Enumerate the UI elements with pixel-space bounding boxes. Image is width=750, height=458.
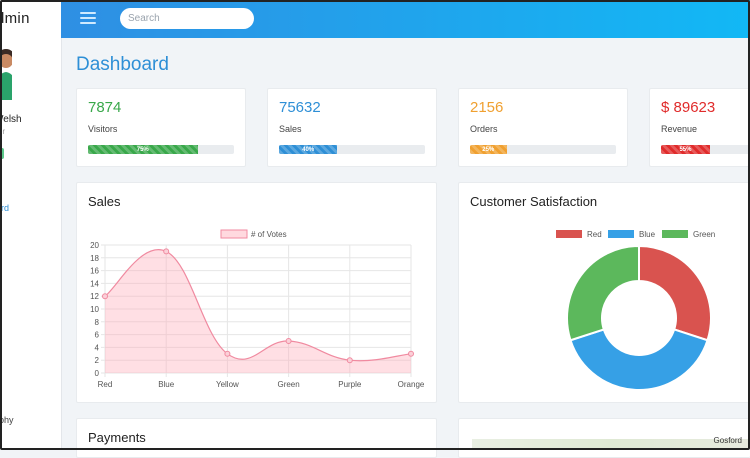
data-point: [346, 357, 353, 364]
legend-label: Blue: [639, 230, 656, 239]
stat-value: 75632: [279, 99, 321, 116]
x-tick-label: Green: [277, 380, 299, 389]
user-name: Welsh: [0, 114, 22, 125]
y-tick-label: 8: [95, 318, 100, 327]
legend-label: Green: [693, 230, 715, 239]
stat-card-sales: 75632 Sales 40%: [267, 88, 437, 167]
avatar: [0, 49, 12, 100]
progress-bar: 40%: [279, 145, 425, 154]
progress-fill: 25%: [470, 145, 507, 154]
legend-swatch: [608, 230, 634, 238]
sidebar: dmin Welsh er ard ophy: [0, 0, 62, 450]
sales-chart: 0 2 4 6 8 10 12 14 16 18 20 Red Blue Yellow Green Purpl…: [90, 229, 425, 389]
progress-bar: 55%: [661, 145, 750, 154]
stat-label: Orders: [470, 124, 498, 134]
y-tick-label: 16: [90, 267, 99, 276]
legend-label: # of Votes: [251, 230, 287, 239]
y-tick-label: 20: [90, 241, 99, 250]
legend-swatch: [662, 230, 688, 238]
data-point: [224, 350, 231, 357]
stat-card-orders: 2156 Orders 25%: [458, 88, 628, 167]
x-tick-label: Orange: [398, 380, 425, 389]
y-tick-label: 2: [95, 356, 100, 365]
sidebar-item-bottom[interactable]: ophy: [0, 415, 14, 425]
stat-card-visitors: 7874 Visitors 75%: [76, 88, 246, 167]
x-tick-label: Blue: [158, 380, 175, 389]
brand-name: dmin: [0, 10, 30, 27]
stat-label: Revenue: [661, 124, 698, 134]
stat-value: 7874: [88, 99, 122, 116]
y-tick-label: 12: [90, 292, 99, 301]
search-input[interactable]: [120, 8, 254, 29]
user-role: er: [0, 127, 6, 136]
progress-fill: 40%: [279, 145, 338, 154]
status-badge: [0, 148, 4, 159]
map-card: Gosford: [458, 418, 750, 458]
y-tick-label: 6: [95, 331, 100, 340]
card-title: Payments: [88, 430, 146, 445]
y-tick-label: 18: [90, 254, 99, 263]
y-tick-label: 0: [95, 369, 100, 378]
stat-value: 2156: [470, 99, 504, 116]
x-tick-label: Purple: [338, 380, 362, 389]
progress-bar: 25%: [470, 145, 616, 154]
progress-fill: 55%: [661, 145, 710, 154]
stat-label: Sales: [279, 124, 302, 134]
y-tick-label: 14: [90, 279, 99, 288]
menu-toggle-icon[interactable]: [80, 12, 96, 25]
data-point: [102, 293, 108, 300]
stat-card-revenue: $ 89623 Revenue 55%: [649, 88, 750, 167]
top-bar: [61, 0, 750, 38]
sidebar-item-dashboard[interactable]: ard: [0, 203, 9, 213]
donut-slice: [638, 244, 712, 342]
y-tick-label: 10: [90, 305, 99, 314]
data-point: [285, 338, 292, 344]
page-title: Dashboard: [76, 54, 169, 75]
x-tick-label: Red: [98, 380, 113, 389]
donut-slice: [566, 244, 640, 342]
y-tick-label: 4: [95, 343, 100, 352]
legend-swatch: [220, 229, 248, 239]
stat-label: Visitors: [88, 124, 118, 134]
donut-slice: [569, 328, 709, 391]
stat-value: $ 89623: [661, 99, 716, 116]
map-place-label: Gosford: [713, 436, 742, 445]
sales-card: Sales 0 2 4 6 8 10 12 14 16 18 20 Red Blue Yellow Gree…: [76, 182, 437, 403]
progress-bar: 75%: [88, 145, 234, 154]
satisfaction-chart: Red Blue Green: [556, 230, 715, 391]
data-point: [408, 350, 414, 357]
payments-card: Payments: [76, 418, 437, 458]
legend-label: Red: [587, 230, 602, 239]
data-point: [163, 248, 170, 255]
map[interactable]: [472, 439, 750, 449]
x-tick-label: Yellow: [216, 380, 239, 389]
satisfaction-card: Customer Satisfaction Red Blue Green: [458, 182, 750, 403]
legend-swatch: [556, 230, 582, 238]
progress-fill: 75%: [88, 145, 198, 154]
series-area: [105, 249, 411, 373]
